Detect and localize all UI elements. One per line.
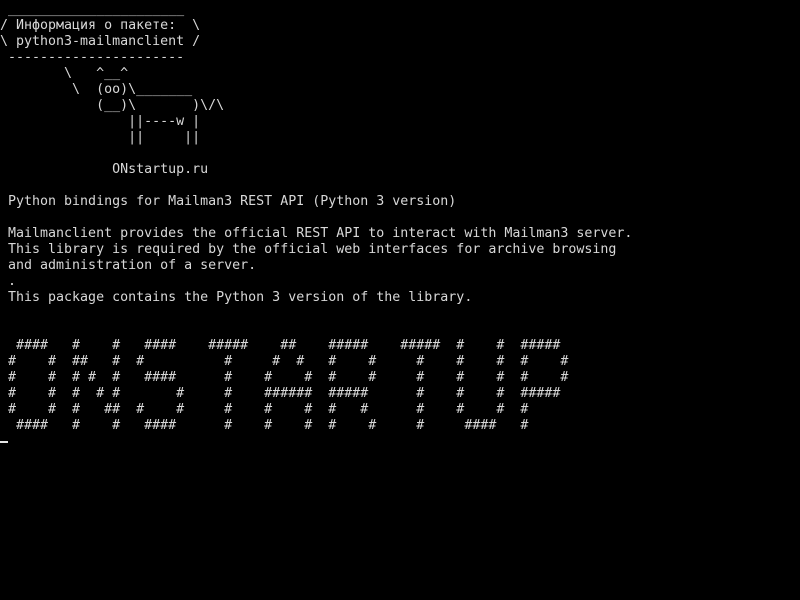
terminal-line: ||----w | <box>0 114 201 129</box>
terminal-line: This library is required by the official… <box>0 242 617 257</box>
terminal-screen[interactable]: ______________________ / Информация о пак… <box>0 2 800 600</box>
terminal-line: || || <box>0 130 201 145</box>
terminal-line: This package contains the Python 3 versi… <box>0 290 473 305</box>
command-prompt-line[interactable] <box>0 434 800 450</box>
terminal-line: ______________________ <box>0 2 185 17</box>
terminal-line: \ python3-mailmanclient / <box>0 34 201 49</box>
terminal-line: #### # # #### ##### ## ##### ##### # # #… <box>0 338 561 353</box>
terminal-line: # # ## # # # # # # # # # # # # <box>0 354 569 369</box>
terminal-line: # # # # # # # ###### ##### # # # ##### <box>0 386 561 401</box>
text-cursor <box>0 441 8 443</box>
terminal-line: # # # # # #### # # # # # # # # # # <box>0 370 569 385</box>
terminal-line: and administration of a server. <box>0 258 257 273</box>
terminal-line: \ ^__^ <box>0 66 129 81</box>
terminal-line: # # # ## # # # # # # # # # # # <box>0 402 529 417</box>
terminal-line: Mailmanclient provides the official REST… <box>0 226 633 241</box>
terminal-line: ---------------------- <box>0 50 185 65</box>
terminal-line: #### # # #### # # # # # # #### # <box>0 418 529 433</box>
terminal-line: . <box>0 274 17 289</box>
terminal-line: (__)\ )\/\ <box>0 98 225 113</box>
terminal-line: Python bindings for Mailman3 REST API (P… <box>0 194 457 209</box>
terminal-output: ______________________ / Информация о пак… <box>0 2 800 434</box>
terminal-line: ONstartup.ru <box>0 162 209 177</box>
terminal-line: / Информация о пакете: \ <box>0 18 201 33</box>
terminal-line: \ (oo)\_______ <box>0 82 193 97</box>
